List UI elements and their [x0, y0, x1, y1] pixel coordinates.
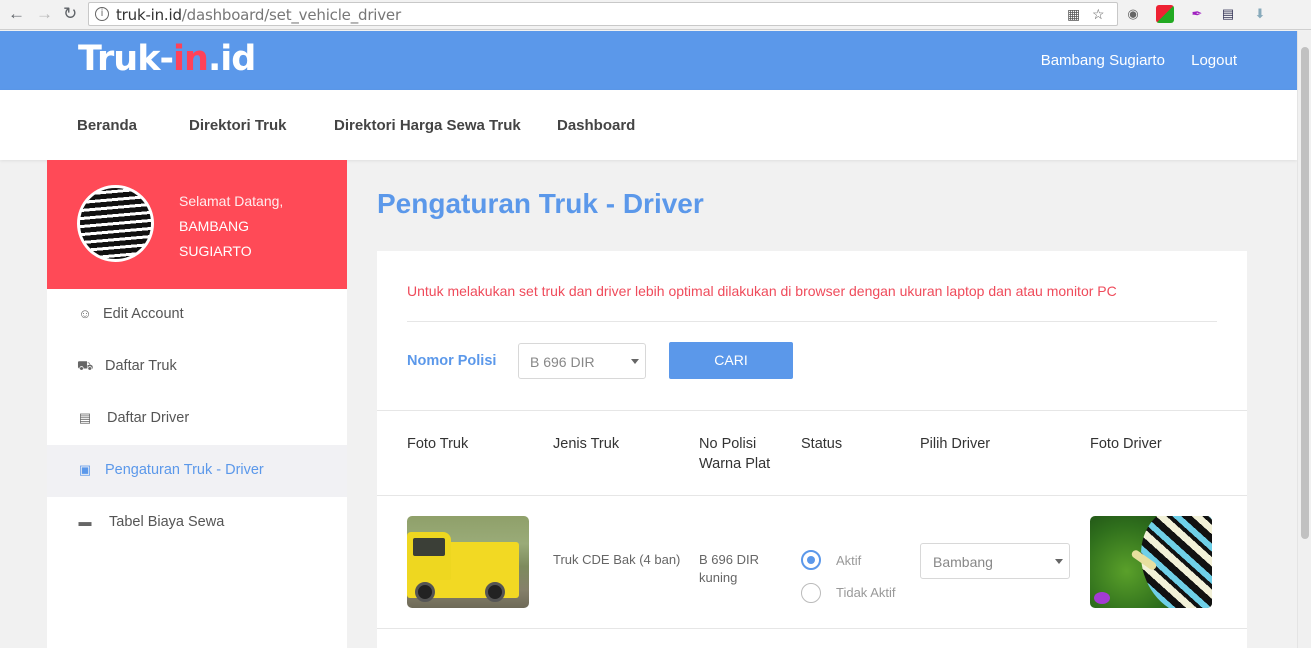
- sidebar-item-label: Daftar Driver: [107, 410, 190, 426]
- flower-shape: [1094, 592, 1110, 604]
- truck-icon: ⛟: [77, 358, 94, 373]
- main-nav: Beranda Direktori Truk Direktori Harga S…: [0, 90, 1297, 160]
- truck-photo: [407, 516, 529, 608]
- col-pilih-driver: Pilih Driver: [920, 436, 991, 452]
- page-scrollbar[interactable]: [1297, 31, 1311, 648]
- driver-photo: [1090, 516, 1212, 608]
- reload-icon[interactable]: ↻: [63, 4, 77, 24]
- select-value: B 696 DIR: [530, 354, 595, 370]
- row-plate-color: kuning: [699, 570, 738, 585]
- sidebar-item-edit-account[interactable]: ☺ Edit Account: [47, 289, 347, 341]
- user-links: Bambang Sugiarto Logout: [1019, 52, 1237, 69]
- col-foto-driver: Foto Driver: [1090, 436, 1162, 452]
- welcome-text: Selamat Datang, BAMBANG SUGIARTO: [179, 189, 329, 264]
- select-value: Bambang: [933, 554, 993, 570]
- divider: [407, 321, 1217, 322]
- page-title: Pengaturan Truk - Driver: [377, 188, 704, 219]
- sidebar-item-daftar-driver[interactable]: ▤ Daftar Driver: [47, 393, 347, 445]
- profile-panel: Selamat Datang, BAMBANG SUGIARTO: [47, 160, 347, 289]
- url-path: /dashboard/set_vehicle_driver: [181, 6, 401, 24]
- col-no-polisi: No Polisi Warna Plat: [699, 434, 770, 474]
- nav-beranda[interactable]: Beranda: [77, 117, 137, 134]
- logo-text-2: in: [173, 39, 209, 79]
- id-card-icon: ▤: [78, 410, 92, 425]
- status-aktif-radio[interactable]: [801, 550, 821, 570]
- logo-text-1: Truk-: [78, 39, 174, 79]
- status-aktif-label: Aktif: [836, 553, 862, 568]
- nomor-polisi-label: Nomor Polisi: [407, 353, 497, 369]
- scrollbar-thumb[interactable]: [1301, 47, 1309, 539]
- settings-card: Untuk melakukan set truk dan driver lebi…: [377, 251, 1247, 648]
- col-foto-truk: Foto Truk: [407, 436, 469, 452]
- site-header: Truk-in.id Bambang Sugiarto Logout: [0, 31, 1297, 90]
- col-status: Status: [801, 436, 843, 452]
- nav-dashboard[interactable]: Dashboard: [557, 117, 635, 134]
- truck-wheel-shape: [415, 582, 435, 602]
- sidebar-item-daftar-truk[interactable]: ⛟ Daftar Truk: [47, 341, 347, 393]
- col-no-polisi-line2: Warna Plat: [699, 456, 771, 472]
- translate-icon[interactable]: ▦: [1067, 6, 1080, 23]
- sidebar-item-pengaturan[interactable]: ▣ Pengaturan Truk - Driver: [47, 445, 347, 497]
- forward-arrow-icon[interactable]: →: [36, 4, 53, 24]
- col-no-polisi-line1: No Polisi: [699, 436, 757, 452]
- smile-icon: ☺: [78, 306, 92, 321]
- truck-wheel-shape: [485, 582, 505, 602]
- credit-card-icon: ▬: [78, 514, 92, 529]
- row-no-polisi: B 696 DIR kuning: [699, 551, 759, 587]
- pen-extension-icon[interactable]: ✒: [1188, 5, 1206, 23]
- nomor-polisi-select[interactable]: B 696 DIR: [518, 343, 646, 379]
- user-name-link[interactable]: Bambang Sugiarto: [1041, 52, 1165, 69]
- site-logo[interactable]: Truk-in.id: [78, 39, 256, 79]
- row-plate-number: B 696 DIR: [699, 552, 759, 567]
- url-host: truk-in.id: [116, 6, 182, 24]
- sidebar-item-tabel-biaya[interactable]: ▬ Tabel Biaya Sewa: [47, 497, 347, 549]
- logo-text-3: .id: [207, 39, 256, 79]
- sidebar: Selamat Datang, BAMBANG SUGIARTO ☺ Edit …: [47, 160, 347, 648]
- back-arrow-icon[interactable]: ←: [8, 4, 25, 24]
- notice-text: Untuk melakukan set truk dan driver lebi…: [407, 283, 1117, 299]
- chevron-down-icon: [631, 359, 639, 364]
- sidebar-item-label: Daftar Truk: [105, 358, 177, 374]
- avatar: [77, 185, 154, 262]
- nav-direktori-harga[interactable]: Direktori Harga Sewa Truk: [334, 117, 521, 134]
- camera-extension-icon[interactable]: ◉: [1124, 5, 1142, 23]
- driver-select[interactable]: Bambang: [920, 543, 1070, 579]
- divider: [377, 628, 1247, 629]
- divider: [377, 410, 1247, 411]
- divider: [377, 495, 1247, 496]
- bookmark-star-icon[interactable]: ☆: [1092, 6, 1105, 23]
- nav-direktori-truk[interactable]: Direktori Truk: [189, 117, 287, 134]
- sidebar-item-label: Edit Account: [103, 306, 184, 322]
- color-extension-icon[interactable]: [1156, 5, 1174, 23]
- status-tidak-aktif-label: Tidak Aktif: [836, 585, 896, 600]
- row-jenis-truk: Truk CDE Bak (4 ban): [553, 552, 681, 567]
- cari-button[interactable]: CARI: [669, 342, 793, 379]
- col-jenis-truk: Jenis Truk: [553, 436, 620, 452]
- user-name-line2: SUGIARTO: [179, 243, 252, 259]
- url-text[interactable]: truk-in.id/dashboard/set_vehicle_driver: [116, 6, 401, 24]
- status-tidak-aktif-radio[interactable]: [801, 583, 821, 603]
- download-extension-icon[interactable]: ⬇: [1251, 5, 1269, 23]
- truck-window-shape: [413, 538, 445, 556]
- browser-toolbar: ← → ↻ i truk-in.id/dashboard/set_vehicle…: [0, 0, 1311, 30]
- database-extension-icon[interactable]: ▤: [1219, 5, 1237, 23]
- sidebar-item-label: Pengaturan Truk - Driver: [105, 462, 264, 478]
- info-icon[interactable]: i: [95, 7, 109, 21]
- user-name-line1: BAMBANG: [179, 218, 250, 234]
- sidebar-item-label: Tabel Biaya Sewa: [109, 514, 225, 530]
- welcome-greeting: Selamat Datang,: [179, 193, 284, 209]
- briefcase-icon: ▣: [78, 462, 92, 477]
- address-bar[interactable]: i truk-in.id/dashboard/set_vehicle_drive…: [88, 2, 1118, 26]
- logout-link[interactable]: Logout: [1191, 52, 1237, 69]
- chevron-down-icon: [1055, 559, 1063, 564]
